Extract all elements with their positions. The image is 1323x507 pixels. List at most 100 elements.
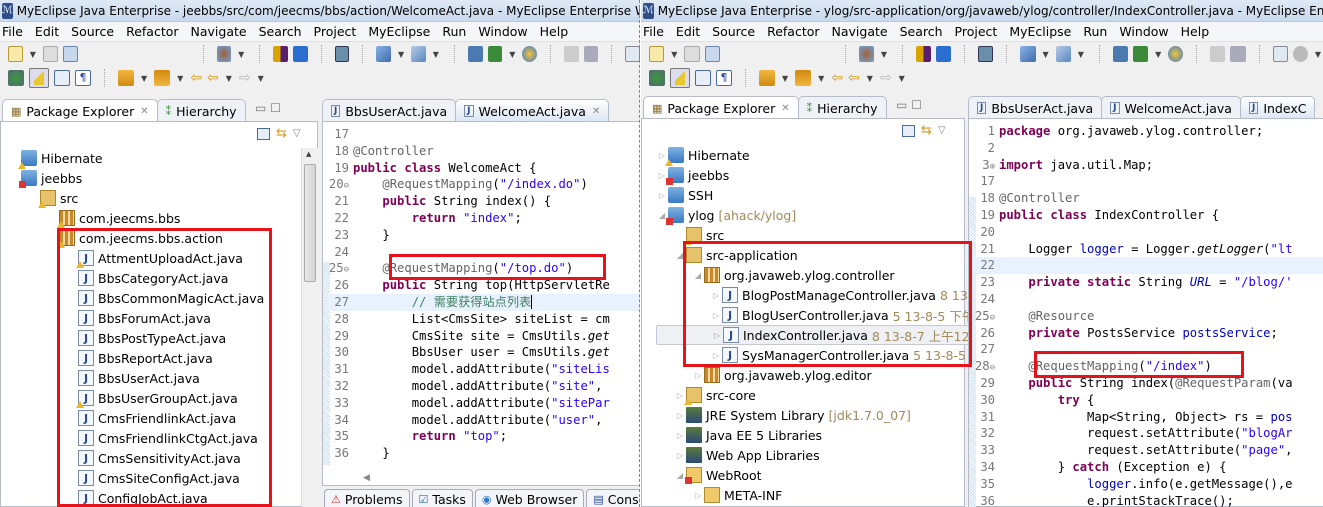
tree-item[interactable]: ▷ META-INF [656, 485, 974, 505]
menu-edit[interactable]: Edit [670, 24, 706, 39]
code-editor[interactable]: 1 package org.javaweb.ylog.controller; 2 3⊕… [973, 123, 1323, 507]
search-web-icon[interactable] [1292, 46, 1308, 62]
collapsed-arrow-icon[interactable]: ▷ [692, 491, 704, 500]
code-line[interactable]: 21 public String index() { [327, 193, 640, 210]
code-line[interactable]: 20 [973, 224, 1323, 241]
dropdown-arrow-icon[interactable]: ▼ [1315, 50, 1321, 59]
dropdown-arrow-icon[interactable]: ▼ [177, 74, 183, 83]
code-line[interactable]: 36 e.printStackTrace(); [973, 493, 1323, 507]
previous-annotation-icon[interactable] [154, 70, 171, 86]
dropdown-arrow-icon[interactable]: ▼ [1155, 50, 1161, 59]
collapsed-arrow-icon[interactable]: ▷ [710, 291, 722, 300]
debug-server-icon[interactable] [1133, 46, 1149, 62]
code-line[interactable]: 19 public class IndexController { [973, 207, 1323, 224]
code-line[interactable]: 28 List<CmsSite> siteList = cm [327, 311, 640, 328]
tree-item[interactable]: com.jeecms.bbs.action [21, 228, 264, 248]
code-line[interactable]: 31 Map<String, Object> rs = pos [973, 409, 1323, 426]
tree-item[interactable]: J BbsCommonMagicAct.java [21, 288, 264, 308]
mark-occurrences-icon[interactable] [29, 68, 49, 88]
collapsed-arrow-icon[interactable]: ▷ [710, 351, 722, 360]
new-entity-icon[interactable] [292, 46, 308, 62]
report-icon[interactable] [1272, 46, 1288, 62]
back-icon[interactable]: ⇦ [207, 70, 219, 86]
tree-item[interactable]: com.jeecms.bbs [21, 208, 264, 228]
print-icon[interactable] [704, 46, 720, 62]
code-line[interactable]: 35 logger.info(e.getMessage(),e [973, 476, 1323, 493]
next-annotation-icon[interactable] [759, 70, 775, 86]
code-line[interactable]: 22 [973, 257, 1323, 275]
tab-package-explorer[interactable]: ▦ Package Explorer ✕ [2, 99, 158, 122]
web20-icon[interactable] [978, 46, 994, 62]
open-type-icon[interactable] [649, 70, 665, 86]
tree-item[interactable]: ▷ src-core [656, 385, 974, 405]
tree-item[interactable]: ▷ J SysManagerController.java 5 13-8-5 [656, 345, 974, 365]
tree-item[interactable]: ▷ Java EE 5 Libraries [656, 425, 974, 445]
link-with-editor-icon[interactable]: ⇆ [276, 126, 287, 141]
editor-tab-bbsuseract-java[interactable]: J BbsUserAct.java [322, 99, 457, 122]
collapsed-arrow-icon[interactable]: ▷ [674, 451, 686, 460]
previous-annotation-icon[interactable] [795, 70, 812, 86]
tree-item[interactable]: ▷ Web App Libraries [656, 445, 974, 465]
tree-item[interactable]: ◢ ylog [ahack/ylog] [656, 205, 974, 225]
menu-run[interactable]: Run [436, 24, 472, 39]
tree-item[interactable]: J BbsUserGroupAct.java [21, 388, 264, 408]
code-line[interactable]: 31 model.addAttribute("siteLis [327, 361, 640, 378]
tab-hierarchy[interactable]: ⁑ Hierarchy [797, 96, 887, 119]
code-line[interactable]: 30 try { [973, 392, 1323, 409]
code-line[interactable]: 3⊕ import java.util.Map; [973, 157, 1323, 174]
code-line[interactable]: 24 [973, 291, 1323, 308]
vertical-scrollbar[interactable]: ▲ [301, 148, 318, 507]
tree-item[interactable]: ◢ org.javaweb.ylog.controller [656, 265, 974, 285]
block-selection-icon[interactable] [54, 70, 70, 86]
open-type-icon[interactable] [8, 70, 24, 86]
show-whitespace-icon[interactable]: ¶ [716, 70, 732, 86]
new-ejb-icon[interactable] [916, 46, 932, 62]
code-line[interactable]: 33 request.setAttribute("page", [973, 442, 1323, 459]
collapse-fold-icon[interactable]: ⊖ [344, 181, 349, 191]
code-line[interactable]: 18 @Controller [973, 190, 1323, 207]
tab-console[interactable]: ▤Console [586, 489, 640, 507]
expand-fold-icon[interactable]: ⊕ [990, 162, 995, 172]
forward-icon[interactable]: ⇨ [880, 70, 892, 86]
dropdown-arrow-icon[interactable]: ▼ [433, 50, 439, 59]
tab-tasks[interactable]: ☑ Tasks [411, 489, 473, 507]
dropdown-arrow-icon[interactable]: ▼ [226, 74, 232, 83]
code-line[interactable]: 26 public String top(HttpServletRe [327, 277, 640, 294]
tree-item[interactable]: ◢ src-application [656, 245, 974, 265]
expanded-arrow-icon[interactable]: ◢ [692, 271, 704, 280]
tree-item[interactable]: ▷ org.javaweb.ylog.editor [656, 365, 974, 385]
browser-icon[interactable] [522, 46, 537, 62]
tree-item[interactable]: ▷ J IndexController.java 8 13-8-7 上午12 [656, 325, 975, 345]
menu-refactor[interactable]: Refactor [120, 24, 184, 39]
menu-search[interactable]: Search [894, 24, 949, 39]
editor-tab-welcomeact-java[interactable]: J WelcomeAct.java [1101, 96, 1241, 119]
minimize-maximize-icons[interactable]: ▭ ☐ [255, 101, 281, 115]
dropdown-arrow-icon[interactable]: ▼ [141, 74, 147, 83]
dropdown-arrow-icon[interactable]: ▼ [1043, 50, 1049, 59]
tree-item[interactable]: J ConfigJobAct.java [21, 488, 264, 507]
tab-package-explorer[interactable]: ▦ Package Explorer ✕ [643, 96, 799, 119]
tree-item[interactable]: ▷ JRE System Library [jdk1.7.0_07] [656, 405, 974, 425]
server-icon[interactable] [1055, 46, 1071, 62]
new-bean-icon[interactable] [858, 46, 874, 62]
menu-navigate[interactable]: Navigate [826, 24, 894, 39]
tree-item[interactable]: J CmsFriendlinkAct.java [21, 408, 264, 428]
menu-myeclipse[interactable]: MyEclipse [1003, 24, 1077, 39]
code-line[interactable]: 24 [327, 244, 640, 261]
last-edit-location-icon[interactable]: ⇦ [190, 70, 202, 86]
menu-myeclipse[interactable]: MyEclipse [362, 24, 436, 39]
code-line[interactable]: 28⊖ @RequestMapping("/index") [973, 358, 1323, 375]
tree-item[interactable]: J BbsPostTypeAct.java [21, 328, 264, 348]
tree-item[interactable]: ▷ SSH [656, 185, 974, 205]
tree-item[interactable]: J BbsCategoryAct.java [21, 268, 264, 288]
tree-item[interactable]: ◢ WebRoot [656, 465, 974, 485]
mark-occurrences-icon[interactable] [670, 68, 690, 88]
code-line[interactable]: 26 private PostsService postsService; [973, 325, 1323, 342]
tree-item[interactable]: ▷ Hibernate [656, 145, 974, 166]
menu-project[interactable]: Project [308, 24, 363, 39]
editor-tab-indexc[interactable]: J IndexC [1239, 96, 1316, 119]
code-line[interactable]: 36 } [327, 445, 640, 462]
code-line[interactable]: 30 BbsUser user = CmsUtils.get [327, 344, 640, 361]
code-line[interactable]: 29 public String index(@RequestParam(va [973, 375, 1323, 392]
code-line[interactable]: 17 [973, 173, 1323, 190]
